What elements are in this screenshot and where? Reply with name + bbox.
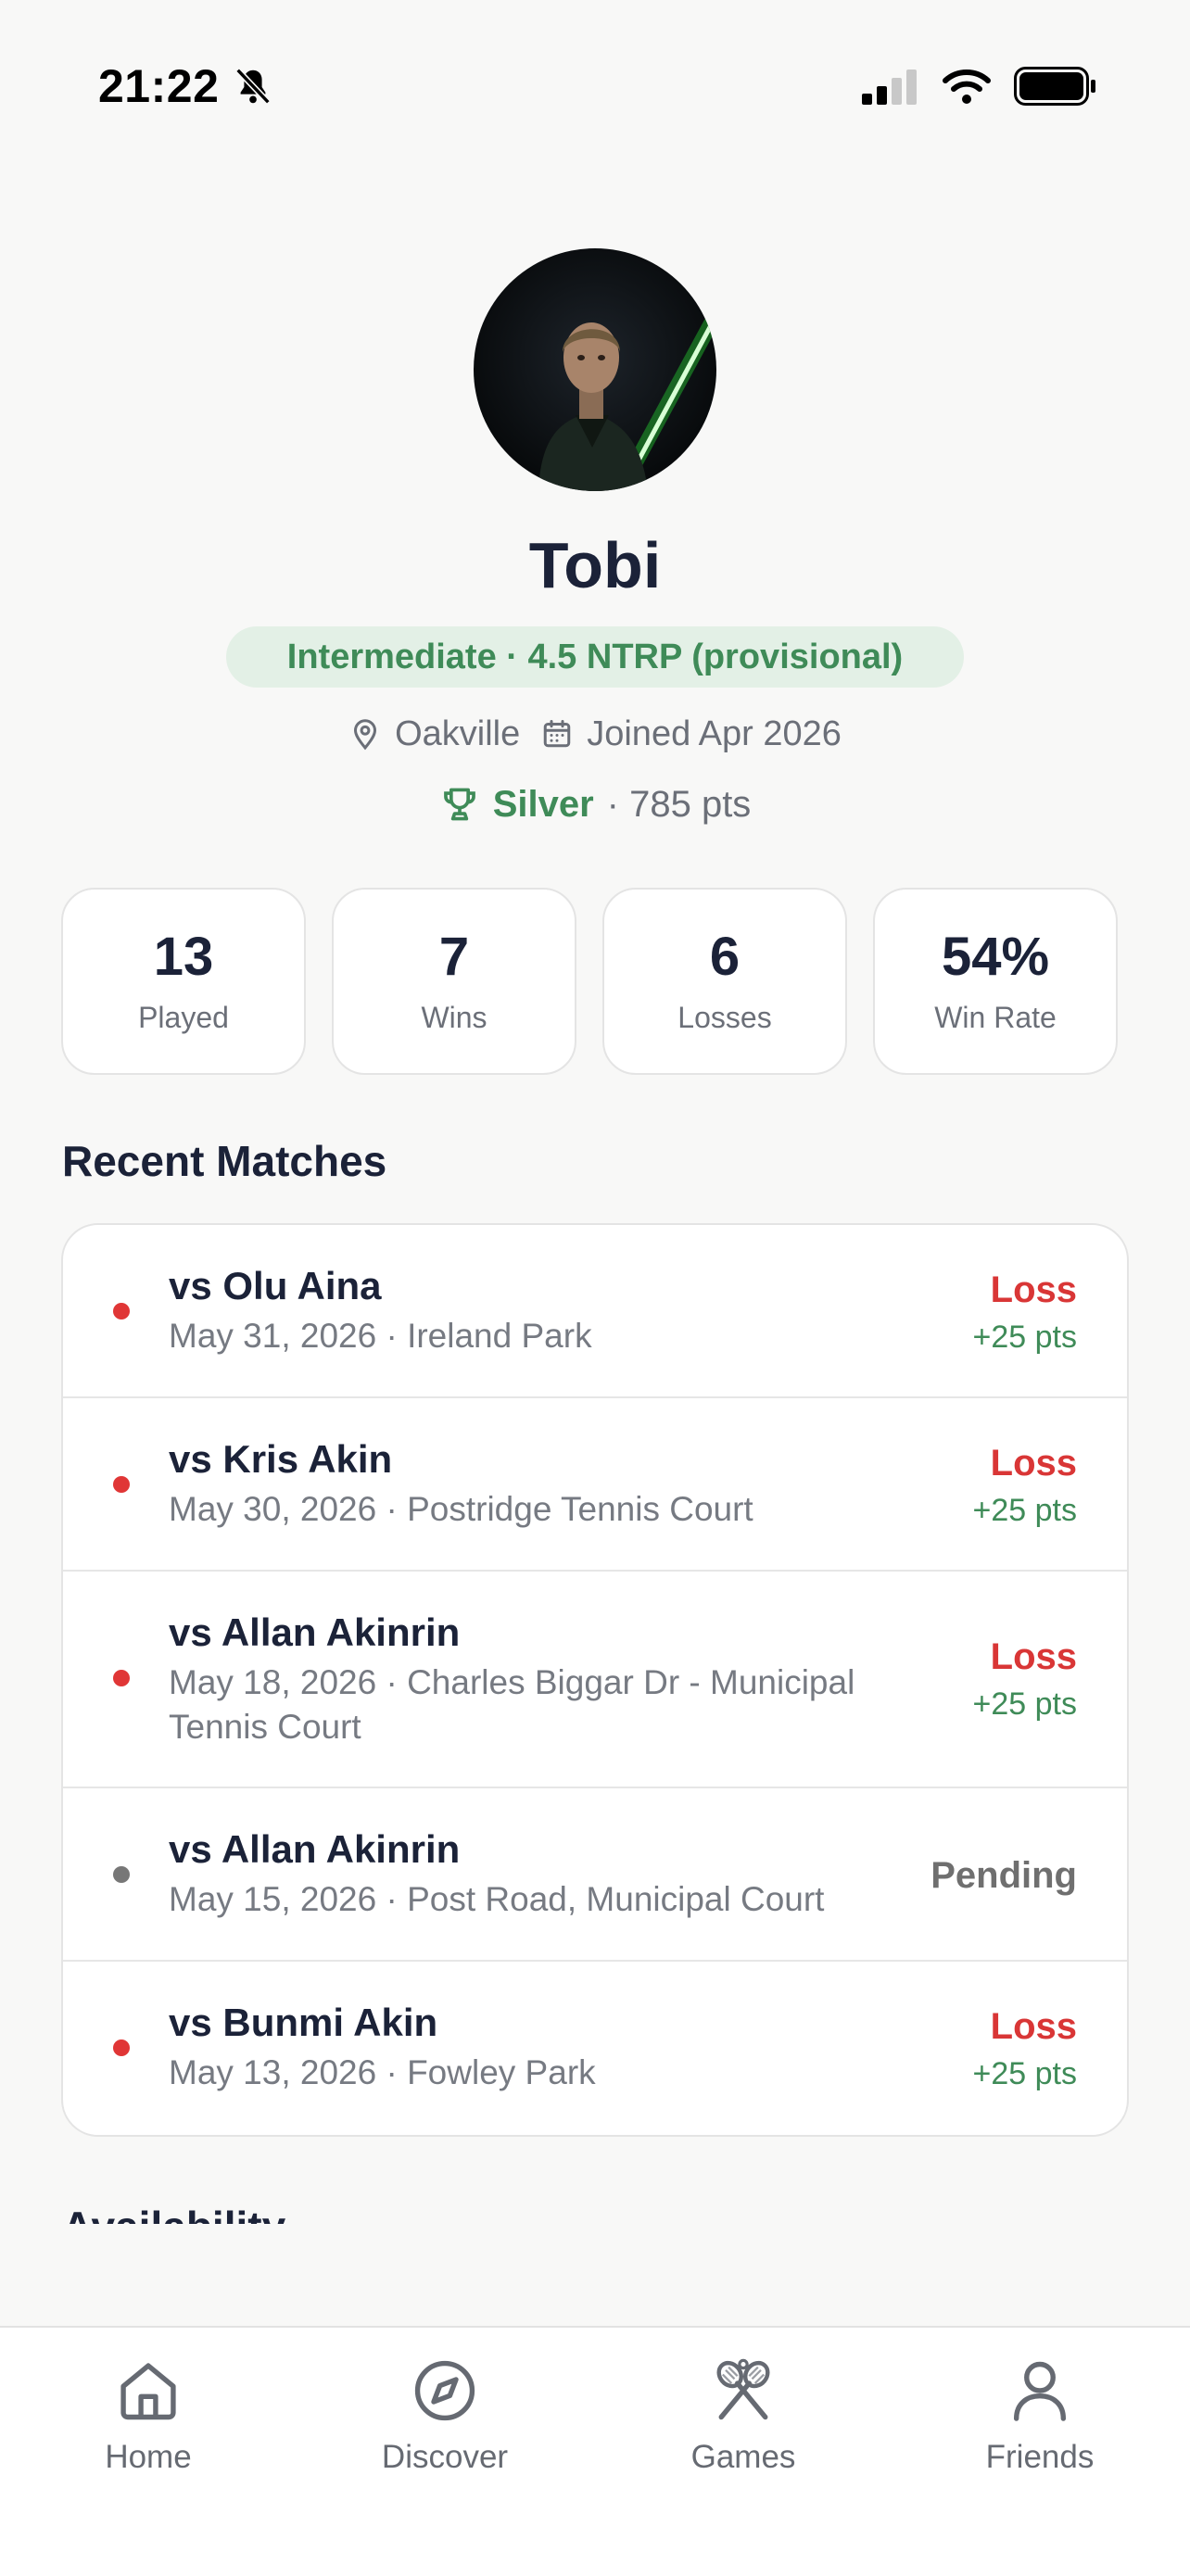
stat-value: 6	[709, 926, 741, 987]
home-icon	[111, 2354, 185, 2428]
person-icon	[1003, 2354, 1077, 2428]
tab-label: Home	[105, 2439, 192, 2475]
match-row[interactable]: vs Olu Aina May 31, 2026 · Ireland Park …	[63, 1225, 1127, 1398]
joined-text: Joined Apr 2026	[587, 713, 842, 753]
availability-title: Availability	[62, 2202, 285, 2224]
status-bar: 21:22	[0, 0, 1190, 167]
location-pin-icon	[354, 719, 377, 751]
match-row[interactable]: vs Bunmi Akin May 13, 2026 · Fowley Park…	[63, 1962, 1127, 2135]
match-opponent: vs Allan Akinrin	[169, 1610, 461, 1654]
level-badge: Intermediate · 4.5 NTRP (provisional)	[226, 626, 964, 688]
bell-slash-icon	[232, 65, 274, 112]
status-dot	[113, 2039, 130, 2056]
match-points: +25 pts	[972, 2056, 1077, 2091]
tab-label: Discover	[381, 2439, 509, 2475]
profile-name: Tobi	[528, 529, 662, 601]
tab-friends[interactable]: Friends	[947, 2354, 1133, 2476]
match-points: +25 pts	[972, 1320, 1077, 1355]
match-points: +25 pts	[972, 1493, 1077, 1528]
cellular-signal-icon	[862, 69, 917, 105]
rank-row: Silver · 785 pts	[0, 777, 1190, 832]
match-result: Loss	[990, 1443, 1077, 1484]
wifi-icon	[943, 69, 991, 104]
match-details: May 30, 2026 · Postridge Tennis Court	[169, 1490, 753, 1528]
status-dot	[113, 1670, 130, 1686]
match-result: Pending	[930, 1855, 1077, 1896]
match-details: May 13, 2026 · Fowley Park	[169, 2053, 596, 2091]
stat-value: 7	[438, 926, 470, 987]
stats-row: 13 Played 7 Wins 6 Losses 54% Win Rate	[61, 888, 1118, 1075]
match-points: +25 pts	[972, 1686, 1077, 1722]
profile-meta: Oakville Joined Apr 2026	[0, 706, 1190, 762]
recent-matches-list: vs Olu Aina May 31, 2026 · Ireland Park …	[61, 1223, 1129, 2137]
match-details: May 18, 2026 · Charles Biggar Dr - Munic…	[169, 1663, 855, 1746]
match-opponent: vs Kris Akin	[169, 1437, 393, 1481]
status-dot	[113, 1866, 130, 1883]
match-details: May 31, 2026 · Ireland Park	[169, 1317, 592, 1355]
tab-label: Games	[690, 2439, 796, 2475]
tab-games[interactable]: Games	[651, 2354, 836, 2476]
status-time: 21:22	[98, 60, 220, 112]
match-row[interactable]: vs Allan Akinrin May 15, 2026 · Post Roa…	[63, 1788, 1127, 1962]
match-details: May 15, 2026 · Post Road, Municipal Cour…	[169, 1880, 825, 1918]
calendar-icon	[543, 720, 571, 748]
trophy-icon	[443, 788, 475, 821]
tab-discover[interactable]: Discover	[352, 2354, 538, 2476]
avatar[interactable]	[474, 248, 716, 491]
tennis-rackets-icon	[706, 2354, 780, 2428]
match-result: Loss	[990, 2006, 1077, 2047]
stat-card-wins: 7 Wins	[332, 888, 576, 1075]
stat-value: 54%	[941, 926, 1050, 987]
stat-card-losses: 6 Losses	[602, 888, 847, 1075]
match-result: Loss	[990, 1269, 1077, 1310]
stat-value: 13	[153, 926, 214, 987]
compass-icon	[408, 2354, 482, 2428]
match-result: Loss	[990, 1636, 1077, 1677]
status-dot	[113, 1303, 130, 1320]
match-row[interactable]: vs Kris Akin May 30, 2026 · Postridge Te…	[63, 1398, 1127, 1572]
stat-label: Win Rate	[934, 1001, 1057, 1035]
stat-label: Played	[138, 1001, 229, 1035]
status-dot	[113, 1476, 130, 1493]
rank-points: · 785 pts	[606, 783, 752, 825]
stat-label: Wins	[421, 1001, 487, 1035]
rank-name: Silver	[492, 783, 594, 825]
battery-icon	[1014, 67, 1095, 106]
stat-card-played: 13 Played	[61, 888, 306, 1075]
tab-label: Friends	[985, 2439, 1095, 2475]
tab-home[interactable]: Home	[56, 2354, 241, 2476]
location-text: Oakville	[395, 713, 521, 753]
stat-card-win-rate: 54% Win Rate	[873, 888, 1118, 1075]
tab-bar: Home Discover Games Friends	[0, 2326, 1190, 2576]
match-row[interactable]: vs Allan Akinrin May 18, 2026 · Charles …	[63, 1572, 1127, 1788]
match-opponent: vs Allan Akinrin	[169, 1827, 461, 1871]
match-opponent: vs Olu Aina	[169, 1264, 382, 1307]
stat-label: Losses	[677, 1001, 772, 1035]
recent-matches-title: Recent Matches	[62, 1137, 387, 1185]
match-opponent: vs Bunmi Akin	[169, 2001, 438, 2044]
